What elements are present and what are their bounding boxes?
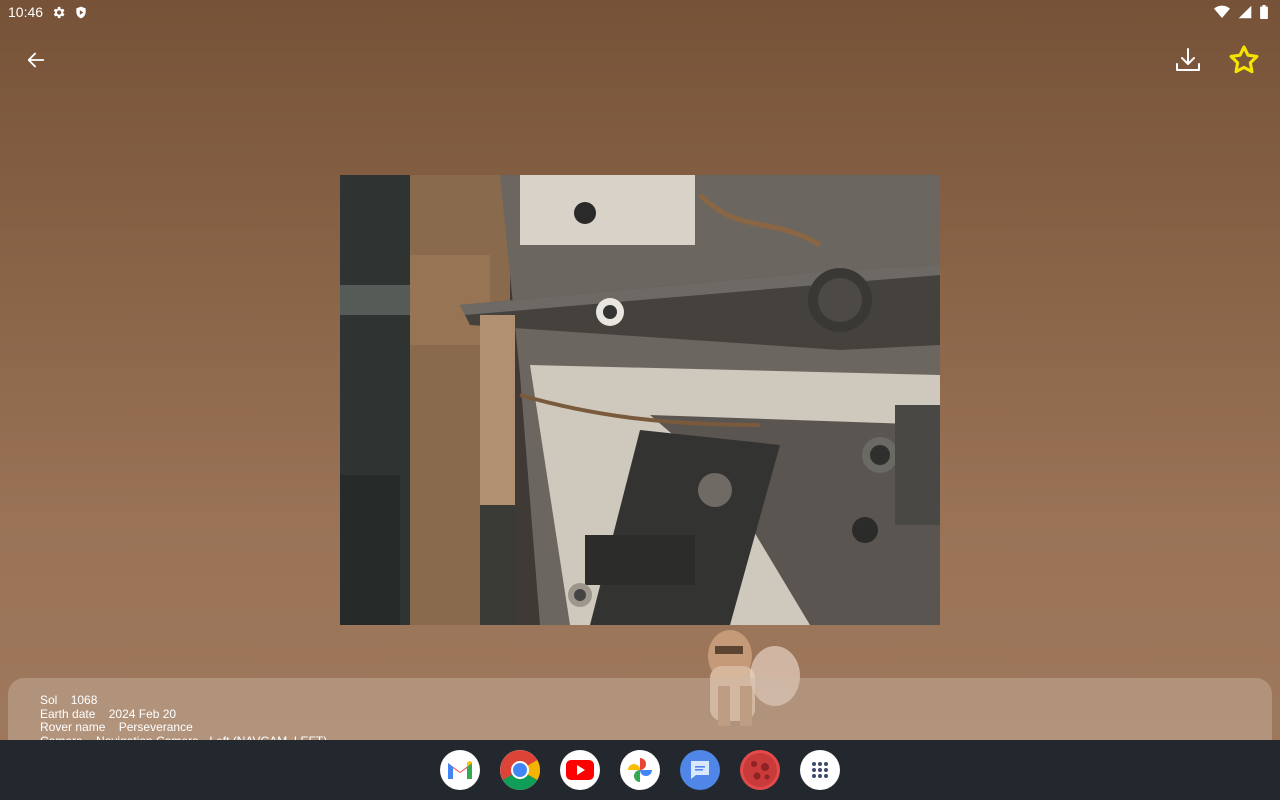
- rover-value: Perseverance: [118, 720, 193, 734]
- favorite-button[interactable]: [1224, 40, 1264, 80]
- cellular-signal-icon: [1238, 5, 1252, 19]
- mars-rover-app-icon[interactable]: [740, 750, 780, 790]
- earth-date-label: Earth date: [40, 706, 96, 721]
- wifi-icon: [1214, 5, 1230, 19]
- sol-label: Sol: [40, 693, 58, 707]
- status-bar: 10:46: [0, 0, 1280, 24]
- earth-date-value: 2024 Feb 20: [108, 706, 177, 721]
- taskbar: [0, 740, 1280, 800]
- app-drawer-icon[interactable]: [800, 750, 840, 790]
- top-app-bar: [0, 36, 1280, 84]
- settings-icon: [51, 5, 66, 20]
- rover-row: Rover name Perseverance: [40, 720, 1240, 735]
- status-time: 10:46: [8, 4, 44, 20]
- back-button[interactable]: [16, 40, 56, 80]
- earth-date-row: Earth date 2024 Feb 20: [40, 706, 1240, 722]
- gmail-app-icon[interactable]: [440, 750, 480, 790]
- chrome-app-icon[interactable]: [500, 750, 540, 790]
- youtube-app-icon[interactable]: [560, 750, 600, 790]
- shield-icon: [74, 5, 88, 20]
- sol-row: Sol 1068: [40, 693, 1240, 708]
- arrow-back-icon: [27, 52, 45, 68]
- messages-app-icon[interactable]: [680, 750, 720, 790]
- star-icon: [1229, 45, 1259, 74]
- sol-value: 1068: [70, 693, 98, 707]
- rover-label: Rover name: [40, 720, 106, 734]
- download-button[interactable]: [1168, 40, 1208, 80]
- download-icon: [1176, 48, 1200, 71]
- photos-app-icon[interactable]: [620, 750, 660, 790]
- battery-icon: [1260, 5, 1268, 19]
- rover-photo[interactable]: [340, 175, 940, 625]
